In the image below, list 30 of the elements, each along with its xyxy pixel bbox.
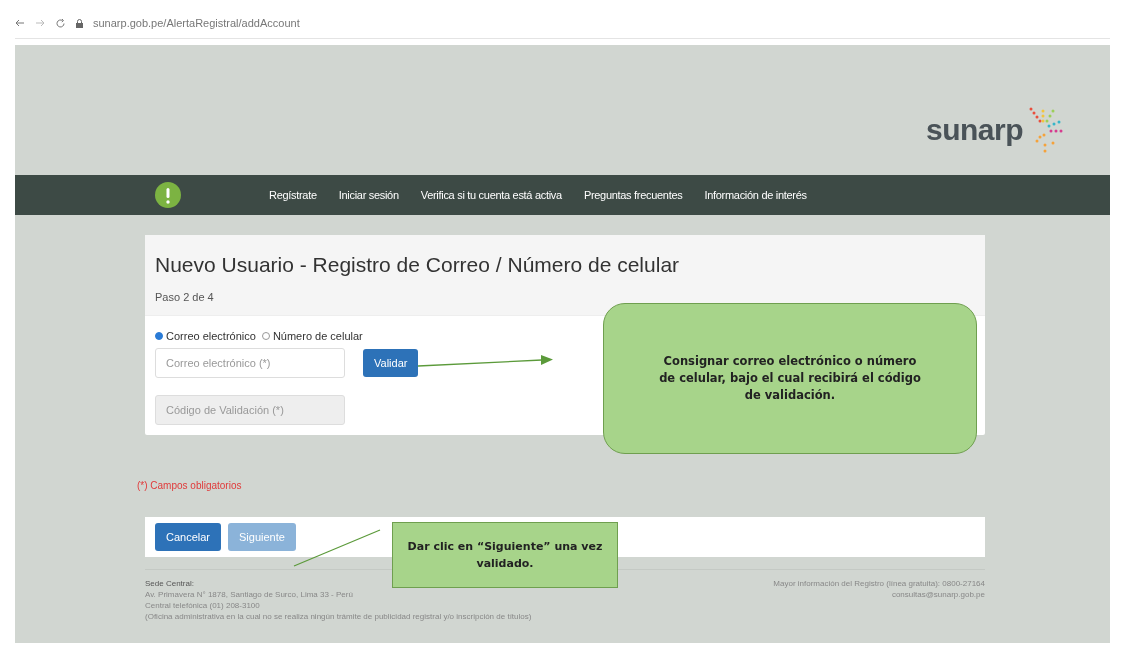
nav-link[interactable]: Verifica si tu cuenta está activa — [420, 189, 562, 201]
address-bar[interactable]: sunarp.gob.pe/AlertaRegistral/addAccount — [93, 17, 300, 29]
reload-icon[interactable] — [55, 17, 66, 29]
step-label: Paso 2 de 4 — [155, 291, 214, 303]
lock-icon — [76, 18, 83, 28]
footer-text: (Oficina administrativa en la cual no se realiza ningún trámite de publicidad registral y/o inscripción de títulos) — [145, 611, 532, 622]
radio-button[interactable] — [261, 332, 270, 340]
validate-button[interactable]: Validar — [363, 349, 419, 377]
footer-text: Sede Central: — [145, 578, 195, 589]
radio-label: Correo electrónico — [166, 330, 256, 342]
forward-icon[interactable] — [35, 18, 45, 28]
footer-text: Av. Primavera N° 1878, Santiago de Surco, Lima 33 - Perú — [145, 589, 354, 600]
logo-wordmark: sunarp — [925, 113, 1023, 147]
back-icon[interactable] — [15, 18, 25, 28]
alert-icon — [155, 182, 181, 208]
instruction-callout: Dar clic en “Siguiente” una vez validado. — [392, 522, 618, 588]
footer-text: consultas@sunarp.gob.pe — [890, 589, 985, 600]
nav-link[interactable]: Regístrate — [269, 189, 317, 201]
cancel-button[interactable]: Cancelar — [155, 523, 222, 551]
nav-link[interactable]: Iniciar sesión — [338, 189, 399, 201]
instruction-callout: Consignar correo electrónico o número de celular, bajo el cual recibirá el código de validación. — [603, 303, 977, 454]
required-fields-note: (*) Campos obligatorios — [137, 480, 242, 491]
nav-link[interactable]: Preguntas frecuentes — [583, 189, 683, 201]
radio-label: Número de celular — [272, 330, 363, 342]
footer-text: Central telefónica (01) 208-3100 — [145, 600, 261, 611]
form-title: Nuevo Usuario - Registro de Correo / Número de celular — [155, 253, 681, 277]
footer-text: Mayor información del Registro (línea gratuita): 0800-27164 — [773, 578, 985, 589]
nav-link[interactable]: Información de interés — [704, 189, 807, 201]
email-field[interactable]: Correo electrónico (*) — [155, 348, 345, 378]
radio-button[interactable] — [155, 332, 163, 340]
